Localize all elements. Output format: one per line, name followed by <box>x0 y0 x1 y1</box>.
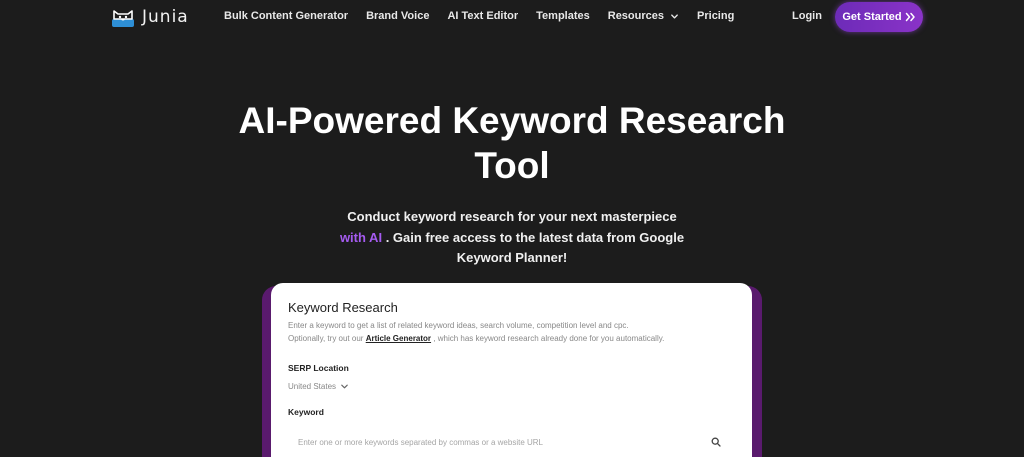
card-description-post: , which has keyword research already don… <box>433 333 665 343</box>
nav-link-bulk-content-generator[interactable]: Bulk Content Generator <box>224 10 348 22</box>
page-title-line-1: AI-Powered Keyword Research <box>238 100 786 141</box>
page-title-line-2: Tool <box>474 145 550 186</box>
search-icon[interactable] <box>711 437 721 447</box>
get-started-button[interactable]: Get Started <box>835 2 923 32</box>
nav-link-resources-label: Resources <box>607 10 665 22</box>
get-started-label: Get Started <box>842 11 902 23</box>
hero-highlight: with AI <box>339 229 383 245</box>
keyword-label: Keyword <box>288 407 324 417</box>
serp-location-label: SERP Location <box>288 363 349 373</box>
article-generator-link[interactable]: Article Generator <box>366 334 431 343</box>
chevron-down-icon <box>671 13 678 19</box>
nav-link-resources[interactable]: Resources <box>608 10 679 22</box>
page-title: AI-Powered Keyword Research Tool <box>0 98 1024 188</box>
card-title: Keyword Research <box>288 300 398 315</box>
cat-face-logo-icon <box>112 10 134 27</box>
hero-subtitle-line-3: Keyword Planner! <box>456 250 568 265</box>
card-description-line-2: Optionally, try out our Article Generato… <box>288 333 728 346</box>
hero-subtitle: Conduct keyword research for your next m… <box>0 207 1024 269</box>
brand-logo[interactable]: Junia <box>110 4 189 30</box>
nav-link-ai-text-editor[interactable]: AI Text Editor <box>447 10 518 22</box>
keyword-input[interactable] <box>288 431 728 453</box>
nav-links: Bulk Content Generator Brand Voice AI Te… <box>224 10 734 22</box>
login-link[interactable]: Login <box>792 10 822 22</box>
card-description-pre: Optionally, try out our <box>288 333 364 343</box>
card-description-line-1: Enter a keyword to get a list of related… <box>288 321 629 330</box>
nav-link-templates[interactable]: Templates <box>536 10 590 22</box>
hero-subtitle-line-1: Conduct keyword research for your next m… <box>347 209 677 224</box>
nav-link-brand-voice[interactable]: Brand Voice <box>366 10 429 22</box>
serp-location-value: United States <box>288 382 337 391</box>
double-chevron-right-icon <box>905 12 915 22</box>
brand-name: Junia <box>142 7 189 27</box>
hero-subtitle-line-2: with AI . Gain free access to the latest… <box>0 228 1024 249</box>
card-description: Enter a keyword to get a list of related… <box>288 320 728 345</box>
nav-link-pricing[interactable]: Pricing <box>697 10 734 22</box>
keyword-research-card: Keyword Research Enter a keyword to get … <box>271 283 752 457</box>
chevron-down-icon <box>341 384 348 389</box>
top-nav: Junia Bulk Content Generator Brand Voice… <box>0 0 1024 34</box>
hero-subtitle-line-2-rest: . Gain free access to the latest data fr… <box>385 229 685 245</box>
serp-location-select[interactable]: United States <box>288 382 349 391</box>
